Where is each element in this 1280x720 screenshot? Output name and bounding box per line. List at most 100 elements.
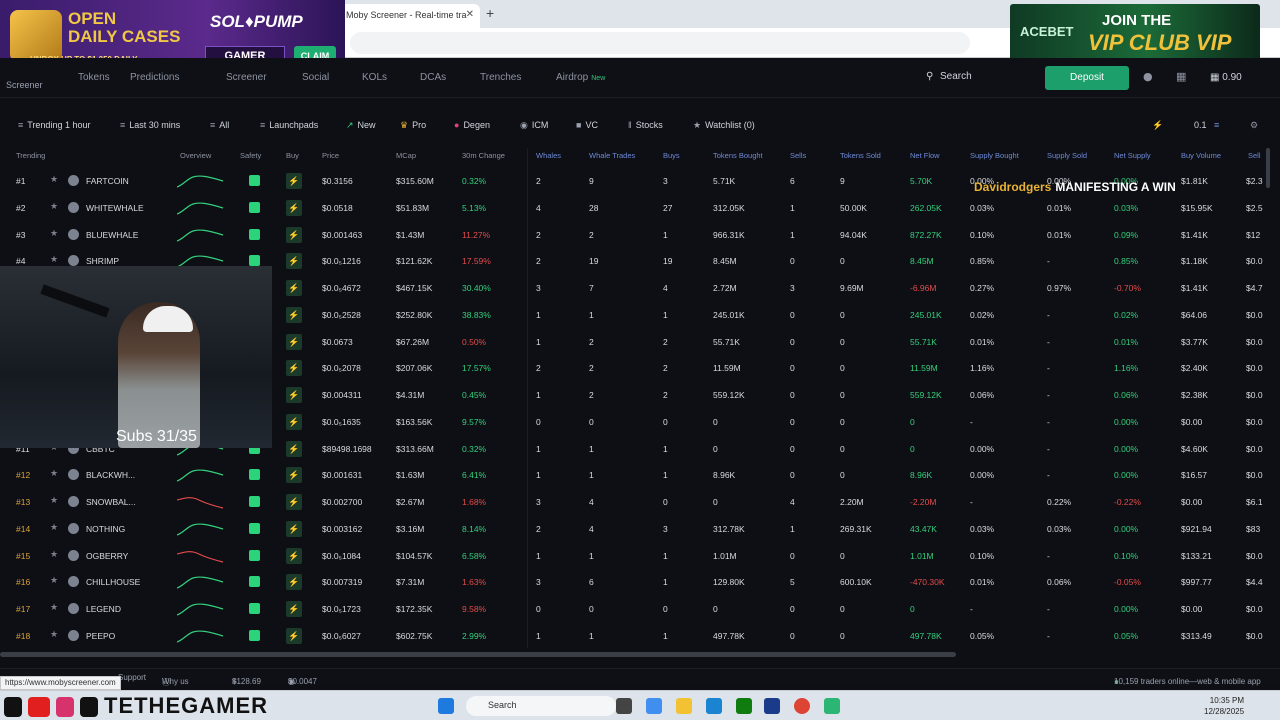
token-name[interactable]: WHITEWHALE [86, 203, 144, 213]
buy-button[interactable]: ⚡ [286, 333, 302, 350]
star-icon[interactable]: ★ [50, 575, 58, 586]
table-row[interactable]: #16 ★ CHILLHOUSE ⚡ $0.007319 $7.31M 1.63% 3 6 1 12… [0, 569, 1266, 596]
address-bar[interactable] [350, 32, 970, 54]
buy-button[interactable]: ⚡ [286, 306, 302, 323]
token-name[interactable]: OGBERRY [86, 551, 128, 561]
nav-predictions[interactable]: Predictions [130, 72, 179, 83]
col-tokens-sold[interactable]: Tokens Sold [840, 151, 881, 160]
col-net-supply[interactable]: Net Supply [1114, 151, 1151, 160]
col-net-flow[interactable]: Net Flow [910, 151, 940, 160]
xbox-icon[interactable] [736, 698, 752, 714]
table-row[interactable]: #13 ★ SNOWBAL... ⚡ $0.002700 $2.67M 1.68% 3 4 0 0 4… [0, 489, 1266, 516]
star-icon[interactable]: ★ [50, 549, 58, 560]
token-name[interactable]: CHILLHOUSE [86, 577, 140, 587]
star-icon[interactable]: ★ [50, 468, 58, 479]
taskbar-search[interactable]: Search [466, 696, 616, 716]
buy-button[interactable]: ⚡ [286, 440, 302, 457]
col-supply-sold[interactable]: Supply Sold [1047, 151, 1087, 160]
new-tab-button[interactable]: + [486, 5, 494, 21]
buy-button[interactable]: ⚡ [286, 280, 302, 296]
star-icon[interactable]: ★ [50, 201, 58, 212]
table-row[interactable]: #15 ★ OGBERRY ⚡ $0.0₅1084 $104.57K 6.58% 1 1 1 1.0… [0, 543, 1266, 570]
col-safety[interactable]: Safety [240, 151, 261, 160]
col-buy[interactable]: Buy [286, 151, 299, 160]
buy-button[interactable]: ⚡ [286, 494, 302, 510]
system-clock[interactable]: 10:35 PM 12/28/2025 [1204, 695, 1244, 717]
windows-start-icon[interactable] [438, 698, 454, 714]
star-icon[interactable]: ★ [50, 629, 58, 640]
filter-vc[interactable]: ■ VC [576, 120, 598, 138]
settings-gear-icon[interactable]: ⚙ [1250, 120, 1258, 131]
buy-button[interactable]: ⚡ [286, 387, 302, 403]
nav-social[interactable]: Social [302, 72, 329, 83]
table-row[interactable]: #18 ★ PEEPO ⚡ $0.0₅6027 $602.75K 2.99% 1 1 1 497.7… [0, 623, 1266, 648]
filter-trending[interactable]: ≡ Trending 1 hour [18, 120, 90, 138]
filter-all[interactable]: ≡ All [210, 120, 229, 138]
filter-pro[interactable]: ♛ Pro [400, 120, 426, 138]
horizontal-scrollbar[interactable] [0, 652, 956, 657]
star-icon[interactable]: ★ [50, 228, 58, 239]
table-row[interactable]: #12 ★ BLACKWH... ⚡ $0.001631 $1.63M 6.41% 1 1 1 8.… [0, 462, 1266, 489]
table-row[interactable]: #14 ★ NOTHING ⚡ $0.003162 $3.16M 8.14% 2 4 3 312.7… [0, 516, 1266, 543]
star-icon[interactable]: ★ [50, 174, 58, 185]
task-view-icon[interactable] [616, 698, 632, 714]
buy-button[interactable]: ⚡ [286, 360, 302, 377]
buy-button[interactable]: ⚡ [286, 226, 302, 243]
star-icon[interactable]: ★ [50, 495, 58, 506]
star-icon[interactable]: ★ [50, 602, 58, 613]
col-whale-trades[interactable]: Whale Trades [589, 151, 635, 160]
col-buys[interactable]: Buys [663, 151, 680, 160]
filter-new[interactable]: ↗ New [346, 120, 376, 138]
ad-banner-acebet[interactable]: ACEBET JOIN THE VIP CLUB VIP [1010, 4, 1260, 62]
amount-menu-icon[interactable]: ≡ [1214, 120, 1219, 130]
token-name[interactable]: LEGEND [86, 604, 121, 614]
token-name[interactable]: BLUEWHALE [86, 230, 138, 240]
col-mcap[interactable]: MCap [396, 151, 416, 160]
buy-button[interactable]: ⚡ [286, 574, 302, 591]
buy-button[interactable]: ⚡ [286, 547, 302, 564]
nav-tokens[interactable]: Tokens [78, 72, 110, 83]
bell-icon[interactable]: ● [1143, 70, 1153, 83]
col-tokens-bought[interactable]: Tokens Bought [713, 151, 763, 160]
nav-kols[interactable]: KOLs [362, 72, 387, 83]
balance-display[interactable]: ▦ 0.90 [1210, 72, 1242, 83]
star-icon[interactable]: ★ [50, 254, 58, 265]
filter-timeframe[interactable]: ≡ Last 30 mins [120, 120, 180, 138]
browser-tab[interactable]: Moby Screener - Real-time tra ✕ [338, 4, 480, 28]
col-trending[interactable]: Trending [16, 151, 45, 160]
col-whales[interactable]: Whales [536, 151, 561, 160]
filter-launchpads[interactable]: ≡ Launchpads [260, 120, 318, 138]
search-button[interactable]: ⚲ Search [922, 67, 1040, 89]
file-explorer-icon[interactable] [676, 698, 692, 714]
token-name[interactable]: PEEPO [86, 631, 115, 641]
wallet-icon[interactable]: ▦ [1176, 70, 1186, 83]
buy-button[interactable]: ⚡ [286, 520, 302, 537]
token-name[interactable]: SHRIMP [86, 256, 119, 266]
col-price[interactable]: Price [322, 151, 339, 160]
nav-dcas[interactable]: DCAs [420, 72, 446, 83]
deposit-button[interactable]: Deposit [1045, 66, 1129, 90]
col-overview[interactable]: Overview [180, 151, 211, 160]
nav-trenches[interactable]: Trenches [480, 72, 521, 83]
star-icon[interactable]: ★ [50, 522, 58, 533]
filter-watchlist[interactable]: ★ Watchlist (0) [693, 120, 755, 138]
buy-button[interactable]: ⚡ [286, 467, 302, 484]
support-link[interactable]: Support [118, 673, 146, 682]
token-name[interactable]: SNOWBAL... [86, 497, 136, 507]
app-icon[interactable] [824, 698, 840, 714]
copilot-icon[interactable] [646, 698, 662, 714]
table-row[interactable]: #2 ★ WHITEWHALE ⚡ $0.0518 $51.83M 5.13% 4 28 27 31… [0, 195, 1266, 222]
token-name[interactable]: FARTCOIN [86, 176, 129, 186]
nav-airdrop[interactable]: Airdrop New [556, 72, 605, 83]
filter-stocks[interactable]: ‖ Stocks [628, 120, 663, 138]
filter-icm[interactable]: ◉ ICM [520, 120, 548, 138]
buy-button[interactable]: ⚡ [286, 627, 302, 644]
filter-degen[interactable]: ● Degen [454, 120, 490, 138]
col-supply-bought[interactable]: Supply Bought [970, 151, 1019, 160]
close-tab-icon[interactable]: ✕ [466, 9, 474, 20]
table-row[interactable]: #3 ★ BLUEWHALE ⚡ $0.001463 $1.43M 11.27% 2 2 1 966… [0, 222, 1266, 249]
store-icon[interactable] [764, 698, 780, 714]
token-name[interactable]: BLACKWH... [86, 470, 135, 480]
edge-icon[interactable] [706, 698, 722, 714]
chrome-icon[interactable] [794, 698, 810, 714]
